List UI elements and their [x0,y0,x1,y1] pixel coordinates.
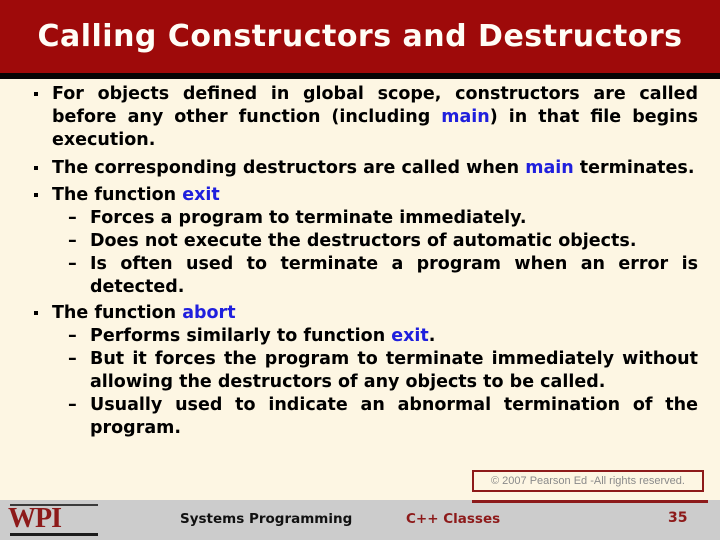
code-token: abort [182,303,236,323]
bullet-item: For objects defined in global scope, con… [30,83,698,152]
copyright-box: © 2007 Pearson Ed -All rights reserved. [472,470,704,492]
bullet-marker-dash: – [68,395,77,415]
code-token: exit [182,185,220,205]
bullet-item: The function abort [30,302,698,325]
footer-course-label: Systems Programming [180,511,353,527]
bullet-marker-dash: – [68,326,77,346]
bullet-text-segment: terminates. [573,158,695,178]
code-token: main [525,158,574,178]
sub-bullet-text: Forces a program to terminate immediatel… [90,208,527,228]
bullet-text-segment: The function [52,185,183,205]
sub-bullet-text: Performs similarly to function exit. [90,326,435,346]
bullet-text: For objects defined in global scope, con… [52,84,698,150]
bullet-item: The corresponding destructors are called… [30,157,698,180]
bullet-marker-square [34,92,38,96]
code-token: exit [391,326,429,346]
bullet-marker-square [34,166,38,170]
slide-body: For objects defined in global scope, con… [0,79,720,500]
sub-bullet-list: – Forces a program to terminate immediat… [0,207,720,299]
slide-footer [0,500,720,540]
sub-bullet-list: – Performs similarly to function exit. –… [0,325,720,440]
bullet-item: The function exit [30,184,698,207]
bullet-marker-square [34,193,38,197]
footer-page-number: 35 [668,510,688,526]
sub-bullet-item: – But it forces the program to terminate… [68,348,698,394]
bullet-marker-dash: – [68,349,77,369]
footer-topic-label: C++ Classes [406,511,501,527]
bullet-text: The corresponding destructors are called… [52,158,694,178]
sub-bullet-text: Is often used to terminate a program whe… [90,254,698,297]
wpi-logo: WPI [8,502,100,538]
sub-bullet-item: – Is often used to terminate a program w… [68,253,698,299]
copyright-text: © 2007 Pearson Ed -All rights reserved. [491,475,685,487]
sub-bullet-item: – Forces a program to terminate immediat… [68,207,698,230]
logo-rule-bottom [10,533,98,536]
logo-wordmark: WPI [8,503,62,534]
sub-bullet-item: – Performs similarly to function exit. [68,325,698,348]
footer-accent-bar [472,500,708,503]
sub-bullet-item: – Does not execute the destructors of au… [68,230,698,253]
bullet-marker-dash: – [68,208,77,228]
code-token: main [441,107,490,127]
bullet-text: The function exit [52,185,220,205]
slide-title: Calling Constructors and Destructors [37,19,683,54]
slide: Calling Constructors and Destructors For… [0,0,720,540]
bullet-marker-square [34,311,38,315]
sub-bullet-text: Does not execute the destructors of auto… [90,231,637,251]
bullet-text-segment: The function [52,303,183,323]
sub-bullet-text: But it forces the program to terminate i… [90,349,698,392]
bullet-marker-dash: – [68,231,77,251]
sub-bullet-item: – Usually used to indicate an abnormal t… [68,394,698,440]
bullet-marker-dash: – [68,254,77,274]
bullet-text: The function abort [52,303,236,323]
sub-bullet-text-segment: Performs similarly to function [90,326,392,346]
sub-bullet-text-segment: . [428,326,436,346]
bullet-text-segment: The corresponding destructors are called… [52,158,526,178]
sub-bullet-text: Usually used to indicate an abnormal ter… [90,395,698,438]
